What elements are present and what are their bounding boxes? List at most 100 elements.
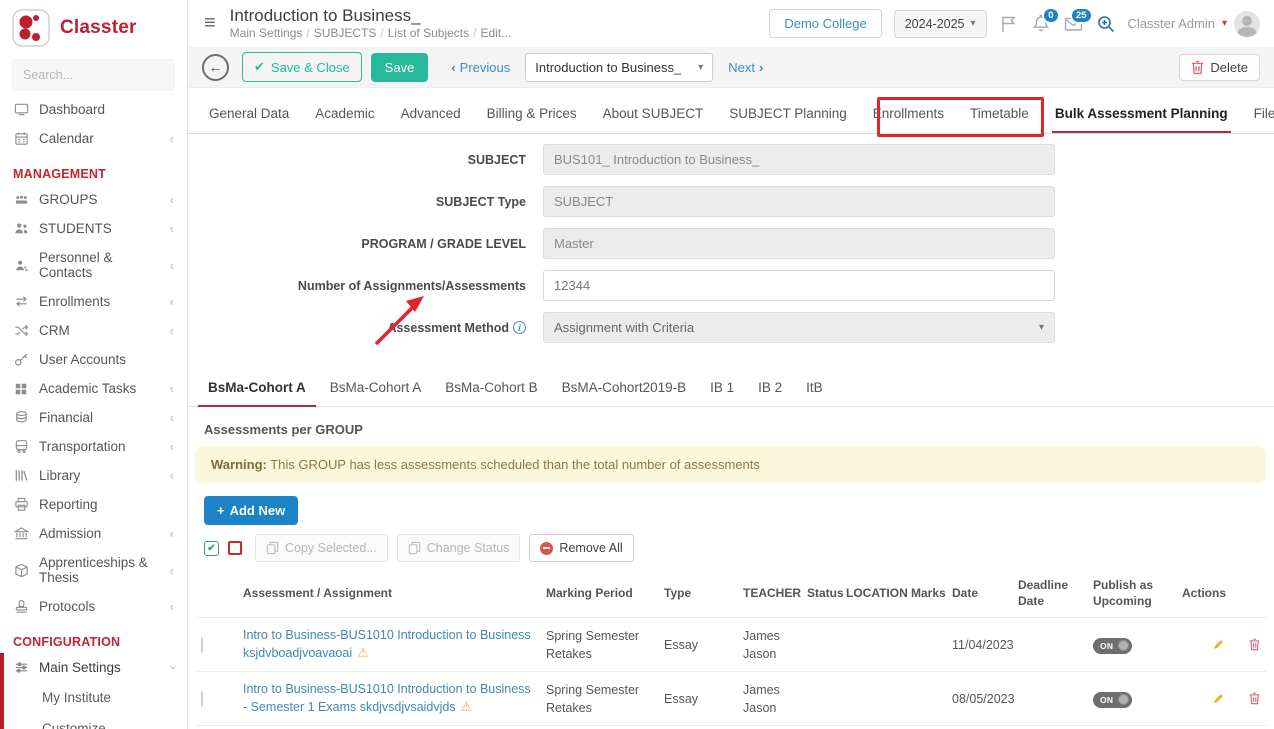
delete-button[interactable]: Delete: [1179, 54, 1260, 81]
sidebar-item-customize-terminology[interactable]: Customize Terminology: [4, 713, 187, 729]
record-toolbar: ← ✔Save & Close Save ‹Previous Introduct…: [188, 47, 1274, 88]
remove-all-button[interactable]: Remove All: [529, 534, 633, 562]
subject-type-field[interactable]: [543, 186, 1055, 217]
bus-icon: [13, 439, 29, 454]
page-title: Introduction to Business_: [230, 6, 511, 26]
sidebar-item-reporting[interactable]: Reporting: [0, 490, 187, 519]
minus-circle-icon: [540, 542, 553, 555]
brand[interactable]: Classter: [0, 0, 187, 53]
row-checkbox[interactable]: [201, 637, 203, 653]
sidebar-item-my-institute[interactable]: My Institute: [4, 682, 187, 713]
group-tab-6[interactable]: ItB: [794, 374, 835, 406]
sidebar-item-academic-tasks[interactable]: Academic Tasks ‹: [0, 374, 187, 403]
sidebar-item-main-settings[interactable]: Main Settings ‹: [4, 653, 187, 682]
chevron-icon: ‹: [170, 324, 174, 337]
change-status-button[interactable]: Change Status: [397, 534, 521, 562]
sidebar-item-label: STUDENTS: [39, 221, 112, 236]
grid-icon: [13, 382, 29, 396]
tab-timetable[interactable]: Timetable: [957, 94, 1042, 133]
delete-trash-icon[interactable]: [1249, 691, 1260, 706]
menu-toggle-icon[interactable]: ≡: [204, 12, 216, 35]
brand-name: Classter: [60, 17, 137, 39]
tab-enrollments[interactable]: Enrollments: [860, 94, 957, 133]
assessment-method-dropdown[interactable]: Assignment with Criteria ▾: [543, 312, 1055, 343]
delete-trash-icon[interactable]: [1249, 637, 1260, 652]
subject-field[interactable]: [543, 144, 1055, 175]
edit-pencil-icon[interactable]: [1212, 637, 1225, 652]
plus-icon: +: [217, 503, 225, 518]
personnel-icon: [13, 258, 29, 273]
tab-billing-prices[interactable]: Billing & Prices: [474, 94, 590, 133]
deselect-all-icon[interactable]: [228, 541, 242, 555]
tab-bulk-assessment-planning[interactable]: Bulk Assessment Planning: [1042, 94, 1241, 133]
tab-advanced[interactable]: Advanced: [388, 94, 474, 133]
tab-academic[interactable]: Academic: [302, 94, 387, 133]
group-tab-4[interactable]: IB 1: [698, 374, 746, 406]
warning-triangle-icon: ⚠: [357, 645, 369, 660]
tab-files-links[interactable]: Files & Links: [1241, 94, 1274, 133]
sidebar-item-groups[interactable]: GROUPS ‹: [0, 185, 187, 214]
sidebar-item-crm[interactable]: CRM ‹: [0, 316, 187, 345]
sliders-icon: [13, 660, 29, 675]
user-name: Classter Admin: [1128, 16, 1215, 31]
sidebar-item-calendar[interactable]: Calendar ‹: [0, 124, 187, 153]
academic-year-dropdown[interactable]: 2024-2025 ▾: [894, 10, 987, 38]
publish-toggle[interactable]: ON: [1093, 692, 1132, 708]
chevron-icon: ‹: [170, 469, 174, 482]
group-tab-1[interactable]: BsMa-Cohort A: [318, 374, 434, 406]
sidebar-item-user-accounts[interactable]: User Accounts: [0, 345, 187, 374]
sidebar-item-label: Personnel & Contacts: [39, 250, 160, 280]
breadcrumb-item[interactable]: List of Subjects: [388, 26, 469, 40]
assessments-table: Assessment / Assignment Marking Period T…: [195, 570, 1266, 729]
breadcrumb-item[interactable]: SUBJECTS: [314, 26, 377, 40]
sidebar-item-students[interactable]: STUDENTS ‹: [0, 214, 187, 243]
record-selector-value: Introduction to Business_: [535, 60, 681, 75]
messages-envelope-icon[interactable]: 25: [1063, 14, 1084, 34]
save-button[interactable]: Save: [371, 53, 429, 82]
next-record-link[interactable]: Next›: [728, 60, 763, 75]
add-new-button[interactable]: +Add New: [204, 496, 298, 525]
sidebar-item-admission[interactable]: Admission ‹: [0, 519, 187, 548]
sidebar-item-label: Academic Tasks: [39, 381, 136, 396]
sidebar-item-enrollments[interactable]: Enrollments ‹: [0, 287, 187, 316]
sidebar-item-library[interactable]: Library ‹: [0, 461, 187, 490]
edit-pencil-icon[interactable]: [1212, 691, 1225, 706]
save-and-close-button[interactable]: ✔Save & Close: [242, 52, 362, 82]
chevron-down-icon: ‹: [165, 665, 178, 669]
program-grade-level-field[interactable]: [543, 228, 1055, 259]
back-button[interactable]: ←: [202, 54, 229, 81]
copy-selected-button[interactable]: Copy Selected...: [255, 534, 388, 562]
sidebar-item-personnel-contacts[interactable]: Personnel & Contacts ‹: [0, 243, 187, 287]
zoom-in-icon[interactable]: [1096, 14, 1116, 34]
select-all-icon[interactable]: ✔: [204, 541, 219, 556]
assessment-link[interactable]: Intro to Business-BUS1010 Introduction t…: [243, 682, 531, 714]
institution-button[interactable]: Demo College: [769, 9, 881, 38]
sidebar-item-apprenticeships-thesis[interactable]: Apprenticeships & Thesis ‹: [0, 548, 187, 592]
previous-record-link[interactable]: ‹Previous: [451, 60, 510, 75]
flag-icon[interactable]: [999, 14, 1019, 34]
sidebar-item-financial[interactable]: Financial ‹: [0, 403, 187, 432]
tab-general-data[interactable]: General Data: [196, 94, 302, 133]
group-tab-3[interactable]: BsMA-Cohort2019-B: [550, 374, 699, 406]
sidebar-item-transportation[interactable]: Transportation ‹: [0, 432, 187, 461]
info-icon[interactable]: i: [513, 321, 526, 334]
publish-toggle[interactable]: ON: [1093, 638, 1132, 654]
tab-about-subject[interactable]: About SUBJECT: [590, 94, 717, 133]
sidebar-item-protocols[interactable]: Protocols ‹: [0, 592, 187, 621]
column-marking-period: Marking Period: [540, 570, 658, 618]
assessment-link[interactable]: Intro to Business-BUS1010 Introduction t…: [243, 628, 531, 660]
row-checkbox[interactable]: [201, 691, 203, 707]
search-input[interactable]: [12, 59, 175, 91]
sidebar-item-label: Calendar: [39, 131, 94, 146]
group-tab-5[interactable]: IB 2: [746, 374, 794, 406]
group-tab-0[interactable]: BsMa-Cohort A: [196, 374, 318, 406]
sidebar-item-label: User Accounts: [39, 352, 126, 367]
user-menu[interactable]: Classter Admin ▾: [1128, 11, 1260, 37]
group-tab-2[interactable]: BsMa-Cohort B: [433, 374, 549, 406]
sidebar-item-dashboard[interactable]: Dashboard: [0, 95, 187, 124]
tab-subject-planning[interactable]: SUBJECT Planning: [716, 94, 860, 133]
breadcrumb-item[interactable]: Main Settings: [230, 26, 303, 40]
notifications-bell-icon[interactable]: 0: [1031, 14, 1051, 34]
number-of-assessments-field[interactable]: [543, 270, 1055, 301]
record-selector-dropdown[interactable]: Introduction to Business_ ▾: [525, 53, 713, 82]
